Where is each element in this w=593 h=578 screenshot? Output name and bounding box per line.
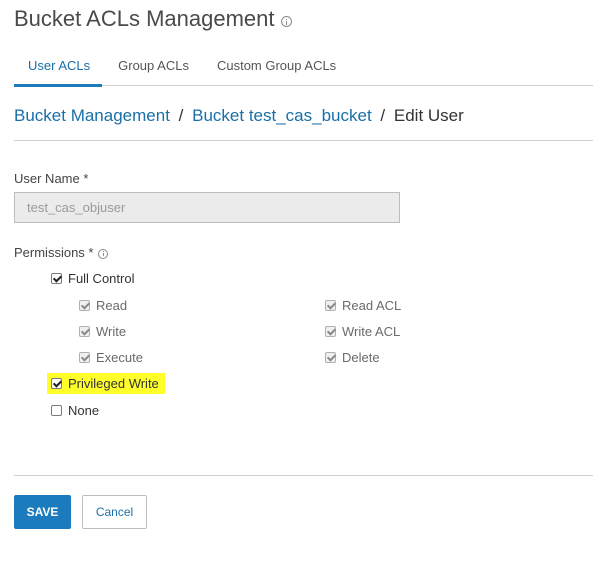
tab-bar: User ACLs Group ACLs Custom Group ACLs [14,50,350,85]
delete-label: Delete [342,350,380,365]
info-icon[interactable] [281,15,293,27]
read-acl-label: Read ACL [342,298,402,313]
permission-full-control[interactable]: Full Control [51,271,134,286]
page-title-text: Bucket ACLs Management [14,6,275,31]
permission-privileged-write[interactable]: Privileged Write [47,373,165,394]
write-acl-label: Write ACL [342,324,401,339]
user-name-field[interactable]: test_cas_objuser [14,192,400,223]
breadcrumb-bucket[interactable]: Bucket test_cas_bucket [192,106,372,125]
permission-read[interactable]: Read [79,298,127,313]
active-tab-indicator [14,84,102,87]
none-label: None [68,403,100,418]
breadcrumb-separator: / [178,106,184,125]
permission-execute[interactable]: Execute [79,350,143,365]
permission-read-acl[interactable]: Read ACL [325,298,401,313]
read-acl-checkbox[interactable] [325,300,336,311]
permission-none[interactable]: None [51,403,99,418]
section-divider [14,140,593,141]
breadcrumb: Bucket Management / Bucket test_cas_buck… [14,106,464,126]
footer-divider [14,475,593,476]
write-acl-checkbox[interactable] [325,326,336,337]
read-label: Read [96,298,128,313]
permission-delete[interactable]: Delete [325,350,380,365]
tab-group-acls[interactable]: Group ACLs [104,50,203,85]
write-checkbox[interactable] [79,326,90,337]
page-title: Bucket ACLs Management [14,6,293,32]
read-checkbox[interactable] [79,300,90,311]
cancel-button[interactable]: Cancel [82,495,147,529]
user-name-label: User Name * [14,171,89,186]
privileged-write-checkbox[interactable] [51,378,62,389]
save-button[interactable]: SAVE [14,495,71,529]
execute-label: Execute [96,350,143,365]
breadcrumb-bucket-management[interactable]: Bucket Management [14,106,170,125]
tab-custom-group-acls[interactable]: Custom Group ACLs [203,50,350,85]
delete-checkbox[interactable] [325,352,336,363]
privileged-write-label: Privileged Write [68,376,159,391]
permissions-label-group: Permissions * [14,245,109,260]
full-control-checkbox[interactable] [51,273,62,284]
write-label: Write [96,324,127,339]
breadcrumb-separator: / [380,106,386,125]
permissions-label: Permissions * [14,245,94,260]
full-control-label: Full Control [68,271,135,286]
info-icon[interactable] [98,248,109,259]
none-checkbox[interactable] [51,405,62,416]
permission-write-acl[interactable]: Write ACL [325,324,400,339]
execute-checkbox[interactable] [79,352,90,363]
breadcrumb-current: Edit User [393,106,464,125]
tab-user-acls[interactable]: User ACLs [14,50,104,85]
permission-write[interactable]: Write [79,324,126,339]
